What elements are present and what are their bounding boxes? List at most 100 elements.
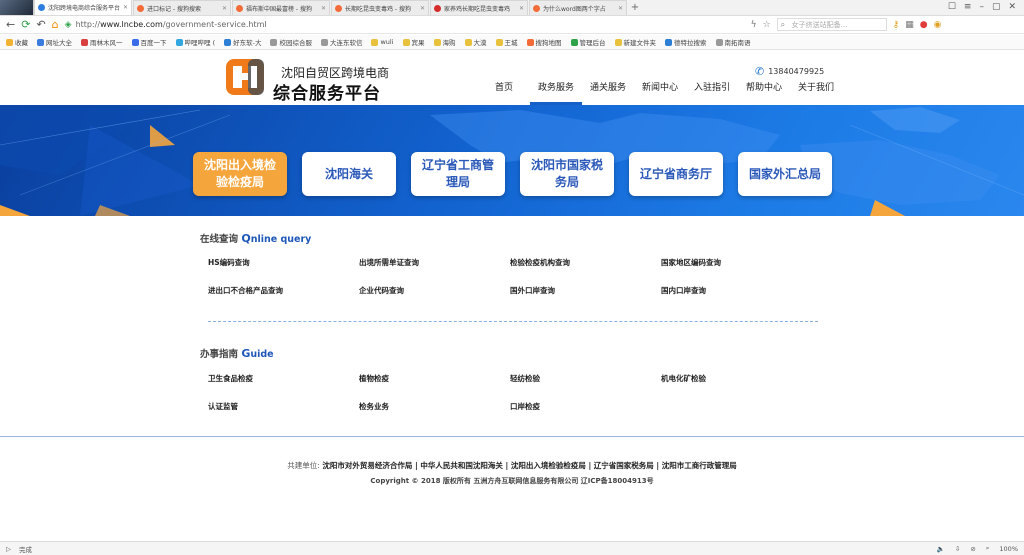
service-link[interactable]: 机电化矿检验 <box>661 374 812 402</box>
back-arrow-icon[interactable]: ← <box>6 19 15 30</box>
menu-icon[interactable]: ≡ <box>964 2 972 12</box>
service-link[interactable]: 植物检疫 <box>359 374 510 402</box>
key-icon[interactable]: ⚷ <box>893 20 900 30</box>
nav-item[interactable]: 入驻指引 <box>686 77 738 105</box>
extension-icon[interactable]: ● <box>920 20 928 30</box>
tab-favicon-icon <box>38 4 45 11</box>
bookmark-item[interactable]: 收藏 <box>6 37 28 47</box>
bookmark-icon <box>131 38 139 46</box>
sidebar-toggle-icon[interactable]: ▷ <box>6 545 11 553</box>
service-link[interactable]: 国内口岸查询 <box>661 286 812 314</box>
tab-title: 沈阳跨境电商综合服务平台 <box>48 5 120 12</box>
service-link[interactable]: 国外口岸查询 <box>510 286 661 314</box>
nav-item[interactable]: 新闻中心 <box>634 77 686 105</box>
site-header: 沈阳自贸区跨境电商 综合服务平台 ✆ 13840479925 首页 政务服务 通关服… <box>0 51 1024 105</box>
footer-partners-label: 共建单位: <box>287 461 320 470</box>
service-link[interactable]: 认证监管 <box>208 402 359 430</box>
minimize-icon[interactable]: – <box>979 2 984 12</box>
new-tab-button[interactable]: + <box>628 1 642 15</box>
nav-item[interactable]: 政务服务 <box>530 77 582 105</box>
bookmark-item[interactable]: 百度一下 <box>131 37 167 47</box>
service-link[interactable]: 国家地区编码查询 <box>661 258 812 286</box>
download-icon[interactable]: ⇩ <box>955 545 960 553</box>
account-icon[interactable]: ◉ <box>934 20 942 30</box>
browser-tab[interactable]: 进口标记 - 搜狗搜索 ✕ <box>133 0 231 15</box>
bookmark-label: 宾果 <box>411 39 425 47</box>
block-icon[interactable]: ⊘ <box>970 545 975 553</box>
nav-item[interactable]: 帮助中心 <box>738 77 790 105</box>
agency-button-commerce-admin[interactable]: 辽宁省工商管理局 <box>411 152 505 196</box>
grid-apps-icon[interactable]: ▦ <box>905 20 914 30</box>
agency-button-tax[interactable]: 沈阳市国家税务局 <box>520 152 614 196</box>
service-link[interactable]: 企业代码查询 <box>359 286 510 314</box>
service-link[interactable]: 进出口不合格产品查询 <box>208 286 359 314</box>
browser-tab[interactable]: 福布斯中国最富榜 - 搜狗 ✕ <box>232 0 330 15</box>
bookmark-item[interactable]: 管理后台 <box>570 37 606 47</box>
bookmark-item[interactable]: 海购 <box>433 37 456 47</box>
undo-icon[interactable]: ↶ <box>36 19 45 30</box>
bookmark-item[interactable]: 好东软-大 <box>224 37 261 47</box>
tab-close-icon[interactable]: ✕ <box>222 5 227 12</box>
bookmark-item[interactable]: 大漠 <box>464 37 487 47</box>
browser-tab[interactable]: 长期吃昆虫变毒鸡 - 搜狗 ✕ <box>331 0 429 15</box>
bookmark-item[interactable]: 新建文件夹 <box>614 37 656 47</box>
search-input[interactable]: ⌕ 女子挤送站配备… <box>776 18 887 31</box>
service-link[interactable]: 轻纺检验 <box>510 374 661 402</box>
skin-icon[interactable]: ☐ <box>948 2 956 12</box>
nav-item[interactable]: 通关服务 <box>582 77 634 105</box>
agency-button-ciq[interactable]: 沈阳出入境检验检疫局 <box>193 152 287 196</box>
browser-tab[interactable]: 沈阳跨境电商综合服务平台 ✕ <box>34 0 132 15</box>
bookmark-item[interactable]: 德特拉搜索 <box>665 37 707 47</box>
brand-title: 综合服务平台 <box>273 84 381 104</box>
service-link[interactable]: 出境所需单证查询 <box>359 258 510 286</box>
agency-button-forex[interactable]: 国家外汇总局 <box>738 152 832 196</box>
bookmark-item[interactable]: 大连东软信 <box>320 37 362 47</box>
volume-icon[interactable]: 🔈 <box>937 545 945 553</box>
bookmark-item[interactable]: 搜狗地图 <box>526 37 562 47</box>
bookmark-label: 校园综合服 <box>279 39 312 47</box>
site-logo[interactable] <box>226 59 264 95</box>
service-link[interactable]: 检验检疫机构查询 <box>510 258 661 286</box>
service-link[interactable]: 卫生食品检疫 <box>208 374 359 402</box>
nav-item[interactable]: 关于我们 <box>790 77 842 105</box>
bookmark-label: wuli <box>380 38 394 46</box>
service-link[interactable]: 检务业务 <box>359 402 510 430</box>
tab-close-icon[interactable]: ✕ <box>321 5 326 12</box>
bookmark-item[interactable]: 网址大全 <box>37 37 72 47</box>
bookmark-item[interactable]: 雨林木风一 <box>81 37 123 47</box>
bookmark-item[interactable]: 王城 <box>495 37 518 47</box>
zoom-icon[interactable]: ⌕ <box>986 544 990 553</box>
browser-tab[interactable]: 家养鸡长期吃昆虫变毒鸡 ✕ <box>430 0 528 15</box>
address-toolbar: ← ⟳ ↶ ⌂ ◈ http://www.lncbe.com/governmen… <box>0 16 1024 34</box>
bookmark-icon <box>614 38 622 46</box>
tab-close-icon[interactable]: ✕ <box>519 5 524 12</box>
tab-strip: 沈阳跨境电商综合服务平台 ✕ 进口标记 - 搜狗搜索 ✕ 福布斯中国最富榜 - 搜狗 ✕ 长… <box>34 0 628 15</box>
bookmark-item[interactable]: 校园综合服 <box>270 37 312 47</box>
agency-button-customs[interactable]: 沈阳海关 <box>302 152 396 196</box>
star-icon[interactable]: ☆ <box>763 20 771 30</box>
service-link[interactable]: 口岸检疫 <box>510 402 661 430</box>
lightning-icon[interactable]: ϟ <box>751 20 757 30</box>
url-field[interactable]: ◈ http://www.lncbe.com/government-servic… <box>65 18 745 32</box>
bookmarks-bar: 收藏 网址大全 雨林木风一 百度一下 哔哩哔哩 ( 好东软-大 校园综合服 大连东软信 wuli… <box>0 35 1024 50</box>
tab-close-icon[interactable]: ✕ <box>618 5 623 12</box>
online-query-links: HS编码查询 出境所需单证查询 检验检疫机构查询 国家地区编码查询进出口不合格产品查询… <box>208 258 818 314</box>
user-avatar[interactable] <box>0 0 34 15</box>
service-link[interactable]: HS编码查询 <box>208 258 359 286</box>
bookmark-item[interactable]: 宾果 <box>402 37 425 47</box>
zoom-level[interactable]: 100% <box>999 545 1018 553</box>
refresh-icon[interactable]: ⟳ <box>21 19 30 30</box>
tab-close-icon[interactable]: ✕ <box>123 4 128 11</box>
close-window-icon[interactable]: ✕ <box>1008 2 1016 12</box>
tab-close-icon[interactable]: ✕ <box>420 5 425 12</box>
bookmark-item[interactable]: 哔哩哔哩 ( <box>175 37 215 47</box>
browser-tab[interactable]: 为什么word图两个字占 ✕ <box>529 0 627 15</box>
bookmark-item[interactable]: wuli <box>371 38 394 46</box>
home-icon[interactable]: ⌂ <box>52 19 59 30</box>
guide-title: 办事指南 Guide <box>200 346 274 360</box>
nav-item[interactable]: 首页 <box>478 77 530 105</box>
bookmark-item[interactable]: 南拓南语 <box>715 37 751 47</box>
maximize-icon[interactable]: ▢ <box>992 2 1001 12</box>
agency-button-commerce-dept[interactable]: 辽宁省商务厅 <box>629 152 723 196</box>
online-query-title-cn: 在线查询 <box>200 234 239 245</box>
